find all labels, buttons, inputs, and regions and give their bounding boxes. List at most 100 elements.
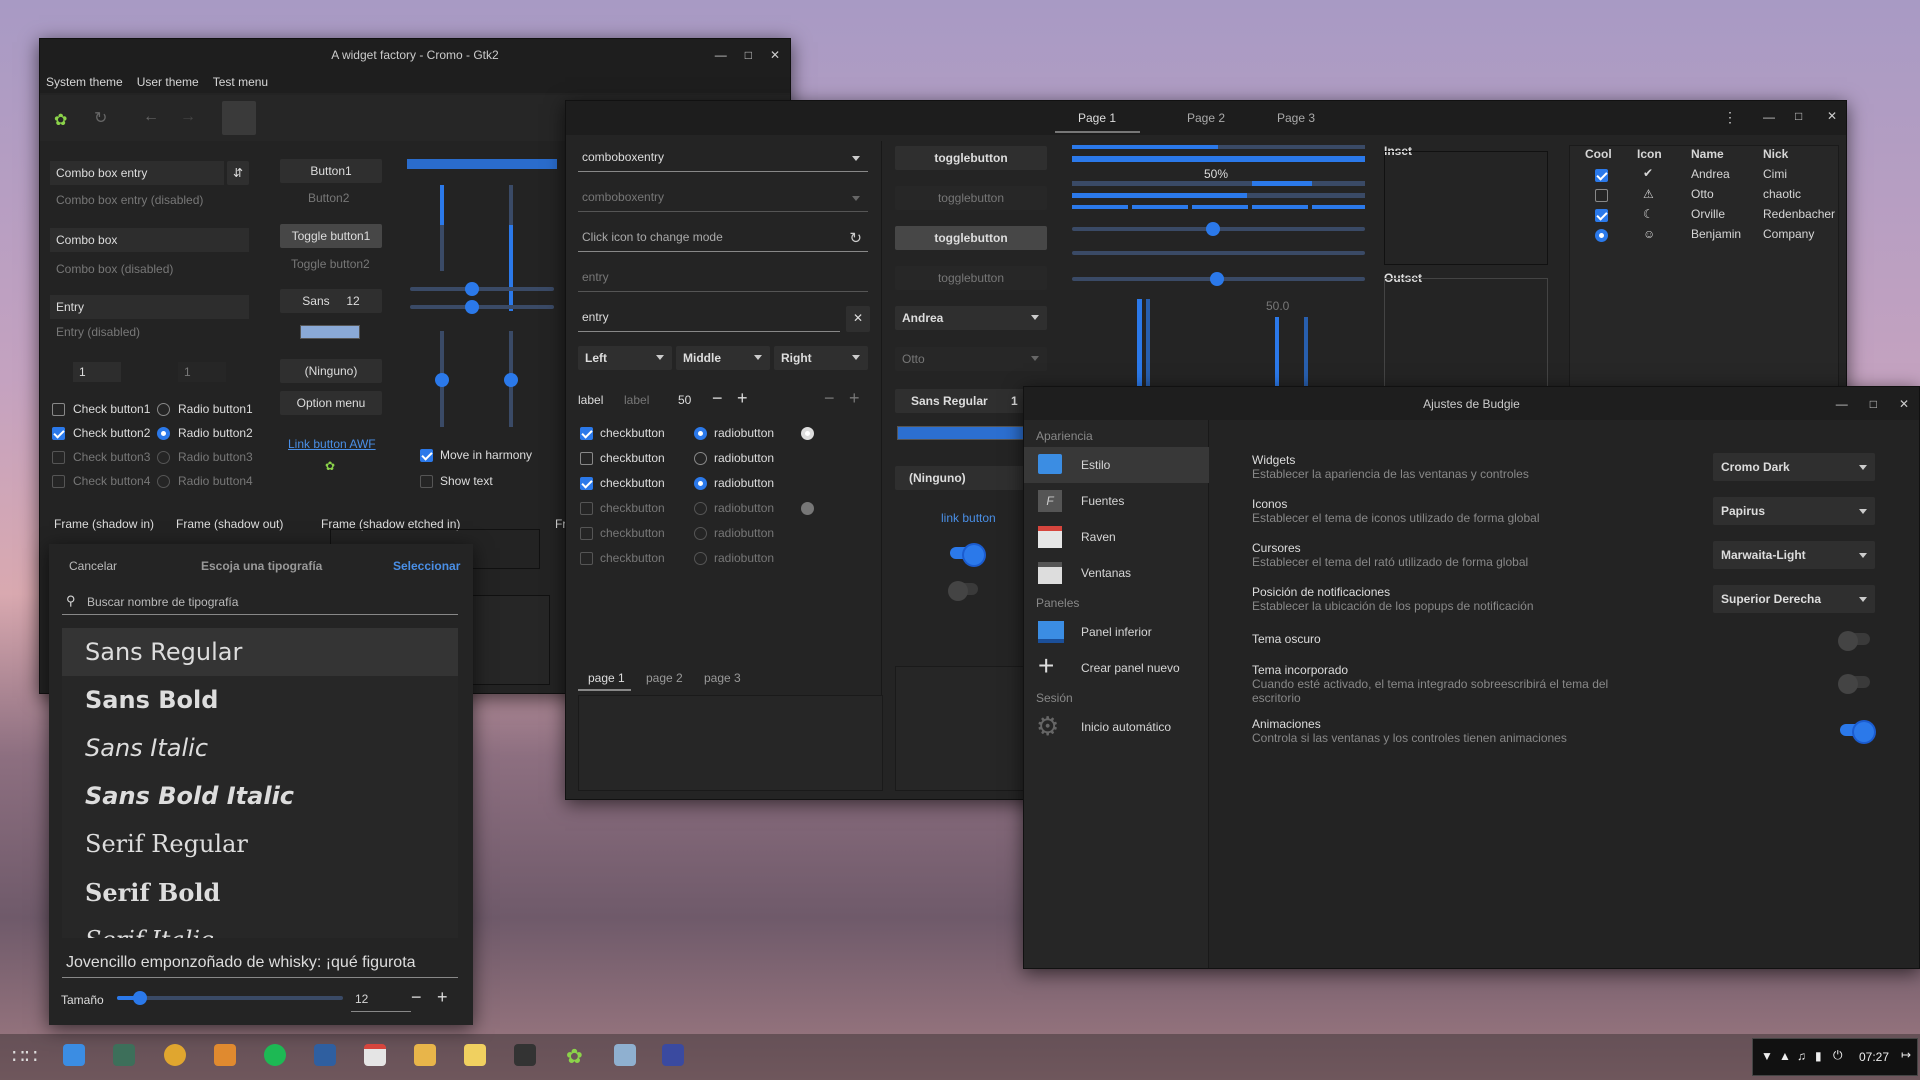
tree-radio-4[interactable]	[1595, 229, 1608, 242]
widgets-dropdown[interactable]: Cromo Dark	[1713, 453, 1875, 481]
switch-off[interactable]	[948, 581, 978, 601]
table-row[interactable]: Benjamin	[1691, 227, 1741, 241]
button-1[interactable]: Button1	[280, 159, 382, 183]
nb-tab-1[interactable]: page 1	[588, 671, 625, 685]
radiobutton-3[interactable]	[694, 477, 707, 490]
cursores-dropdown[interactable]: Marwaita-Light	[1713, 541, 1875, 569]
radio-button-1[interactable]	[157, 403, 170, 416]
list-item[interactable]: Sans Italic	[85, 734, 208, 762]
tree-check-2[interactable]	[1595, 189, 1608, 202]
notification-icon[interactable]: ▲	[1779, 1049, 1791, 1063]
animaciones-switch[interactable]	[1840, 722, 1874, 742]
kebab-menu-icon[interactable]: ⋮	[1723, 109, 1737, 126]
switch-on[interactable]	[950, 545, 984, 565]
maximize-icon[interactable]: □	[1870, 397, 1877, 411]
menu-user-theme[interactable]: User theme	[137, 75, 199, 89]
menu-test[interactable]: Test menu	[213, 75, 268, 89]
select-button[interactable]: Seleccionar	[393, 559, 460, 573]
tema-incorporado-switch[interactable]	[1838, 674, 1870, 694]
gtk3-header[interactable]: Page 1 Page 2 Page 3 ⋮ — □ ✕	[566, 101, 1846, 135]
list-item[interactable]: Serif Bold	[85, 878, 220, 907]
table-row[interactable]: Orville	[1691, 207, 1725, 221]
power-icon[interactable]: ⏻	[1833, 1048, 1843, 1063]
checkbutton-1[interactable]	[580, 427, 593, 440]
radiobutton-2[interactable]	[694, 452, 707, 465]
menu-system-theme[interactable]: System theme	[46, 75, 123, 89]
spin-button-1[interactable]: 1	[73, 362, 121, 382]
link-button[interactable]: Link button AWF	[288, 437, 376, 451]
tree-header-icon[interactable]: Icon	[1637, 147, 1662, 161]
close-icon[interactable]: ✕	[770, 48, 780, 62]
tree-check-3[interactable]	[1595, 209, 1608, 222]
image-viewer-icon[interactable]	[214, 1044, 236, 1066]
tab-page-3[interactable]: Page 3	[1277, 111, 1315, 125]
list-item[interactable]: Serif Italic	[85, 926, 214, 938]
minimize-icon[interactable]: —	[1763, 110, 1775, 124]
option-menu[interactable]: Option menu	[280, 391, 382, 415]
refresh-icon[interactable]: ↻	[94, 108, 107, 128]
seg-right[interactable]: Right	[774, 346, 868, 370]
add-button[interactable]	[222, 101, 256, 135]
cancel-button[interactable]: Cancelar	[69, 559, 117, 573]
size-minus-icon[interactable]: −	[411, 987, 422, 1008]
nb-tab-2[interactable]: page 2	[646, 671, 683, 685]
spin-minus-icon[interactable]: −	[712, 388, 723, 409]
checkbutton-3[interactable]	[580, 477, 593, 490]
list-item[interactable]: Sans Bold Italic	[85, 782, 294, 810]
size-plus-icon[interactable]: +	[437, 987, 448, 1008]
calendar-app-icon[interactable]	[364, 1044, 386, 1066]
tab-page-1[interactable]: Page 1	[1078, 111, 1116, 125]
radio-standalone-1[interactable]	[801, 427, 814, 440]
check-button-2[interactable]	[52, 427, 65, 440]
nb-tab-3[interactable]: page 3	[704, 671, 741, 685]
tree-check-1[interactable]	[1595, 169, 1608, 182]
hslider-2[interactable]	[410, 305, 554, 309]
sidebar-item-inicio[interactable]: ⚙ Inicio automático	[1024, 709, 1209, 745]
combo-box[interactable]: Combo box	[50, 228, 249, 252]
spin-plus-icon[interactable]: +	[737, 388, 748, 409]
combo-andrea[interactable]: Andrea	[895, 306, 1047, 330]
maximize-icon[interactable]: □	[1795, 109, 1802, 123]
table-row[interactable]: Andrea	[1691, 167, 1730, 181]
slider-a-knob[interactable]	[1206, 222, 1220, 236]
vslider-4-knob[interactable]	[504, 373, 518, 387]
radio-button-2[interactable]	[157, 427, 170, 440]
combo-box-entry[interactable]: Combo box entry	[50, 161, 224, 185]
spotify-icon[interactable]	[264, 1044, 286, 1066]
screenshot-icon[interactable]	[614, 1044, 636, 1066]
seg-left[interactable]: Left	[578, 346, 672, 370]
size-slider-knob[interactable]	[132, 991, 147, 1005]
link-button[interactable]: link button	[941, 511, 996, 525]
sidebar-item-crear-panel[interactable]: + Crear panel nuevo	[1024, 650, 1209, 686]
tree-header-nick[interactable]: Nick	[1763, 147, 1788, 161]
font-button[interactable]: Sans 12	[280, 289, 382, 313]
preview-entry[interactable]: Jovencillo emponzoñado de whisky: ¡qué f…	[62, 950, 458, 978]
hslider-2-knob[interactable]	[465, 300, 479, 314]
iconos-dropdown[interactable]: Papirus	[1713, 497, 1875, 525]
size-slider[interactable]	[117, 996, 343, 1000]
hslider-1[interactable]	[410, 287, 554, 291]
gtk-logo-icon[interactable]: ✿	[54, 110, 67, 130]
seg-middle[interactable]: Middle	[676, 346, 770, 370]
volume-icon[interactable]: ♫	[1797, 1049, 1806, 1063]
vslider-3-knob[interactable]	[435, 373, 449, 387]
combo-entry-button[interactable]: ⇵	[227, 161, 249, 185]
sidebar-item-fuentes[interactable]: F Fuentes	[1024, 483, 1209, 519]
clock[interactable]: 07:27	[1859, 1050, 1889, 1064]
app-grid-icon[interactable]: ∷∷	[12, 1044, 37, 1069]
tree-header-cool[interactable]: Cool	[1585, 147, 1612, 161]
checkbutton-2[interactable]	[580, 452, 593, 465]
file-chooser-button[interactable]: (Ninguno)	[280, 359, 382, 383]
entry-field[interactable]: Entry	[50, 295, 249, 319]
sidebar-item-ventanas[interactable]: Ventanas	[1024, 555, 1209, 591]
tree-header-name[interactable]: Name	[1691, 147, 1724, 161]
files-icon[interactable]	[63, 1044, 85, 1066]
tema-oscuro-switch[interactable]	[1838, 631, 1870, 651]
color-button[interactable]	[300, 325, 360, 339]
list-item[interactable]: Sans Bold	[85, 686, 218, 714]
clear-entry-button[interactable]: ✕	[846, 306, 870, 332]
togglebutton-3[interactable]: togglebutton	[895, 226, 1047, 250]
check-button-1[interactable]	[52, 403, 65, 416]
font-search[interactable]: ⚲ Buscar nombre de tipografía	[62, 589, 458, 615]
title-bar[interactable]: Ajustes de Budgie — □ ✕	[1024, 387, 1919, 420]
